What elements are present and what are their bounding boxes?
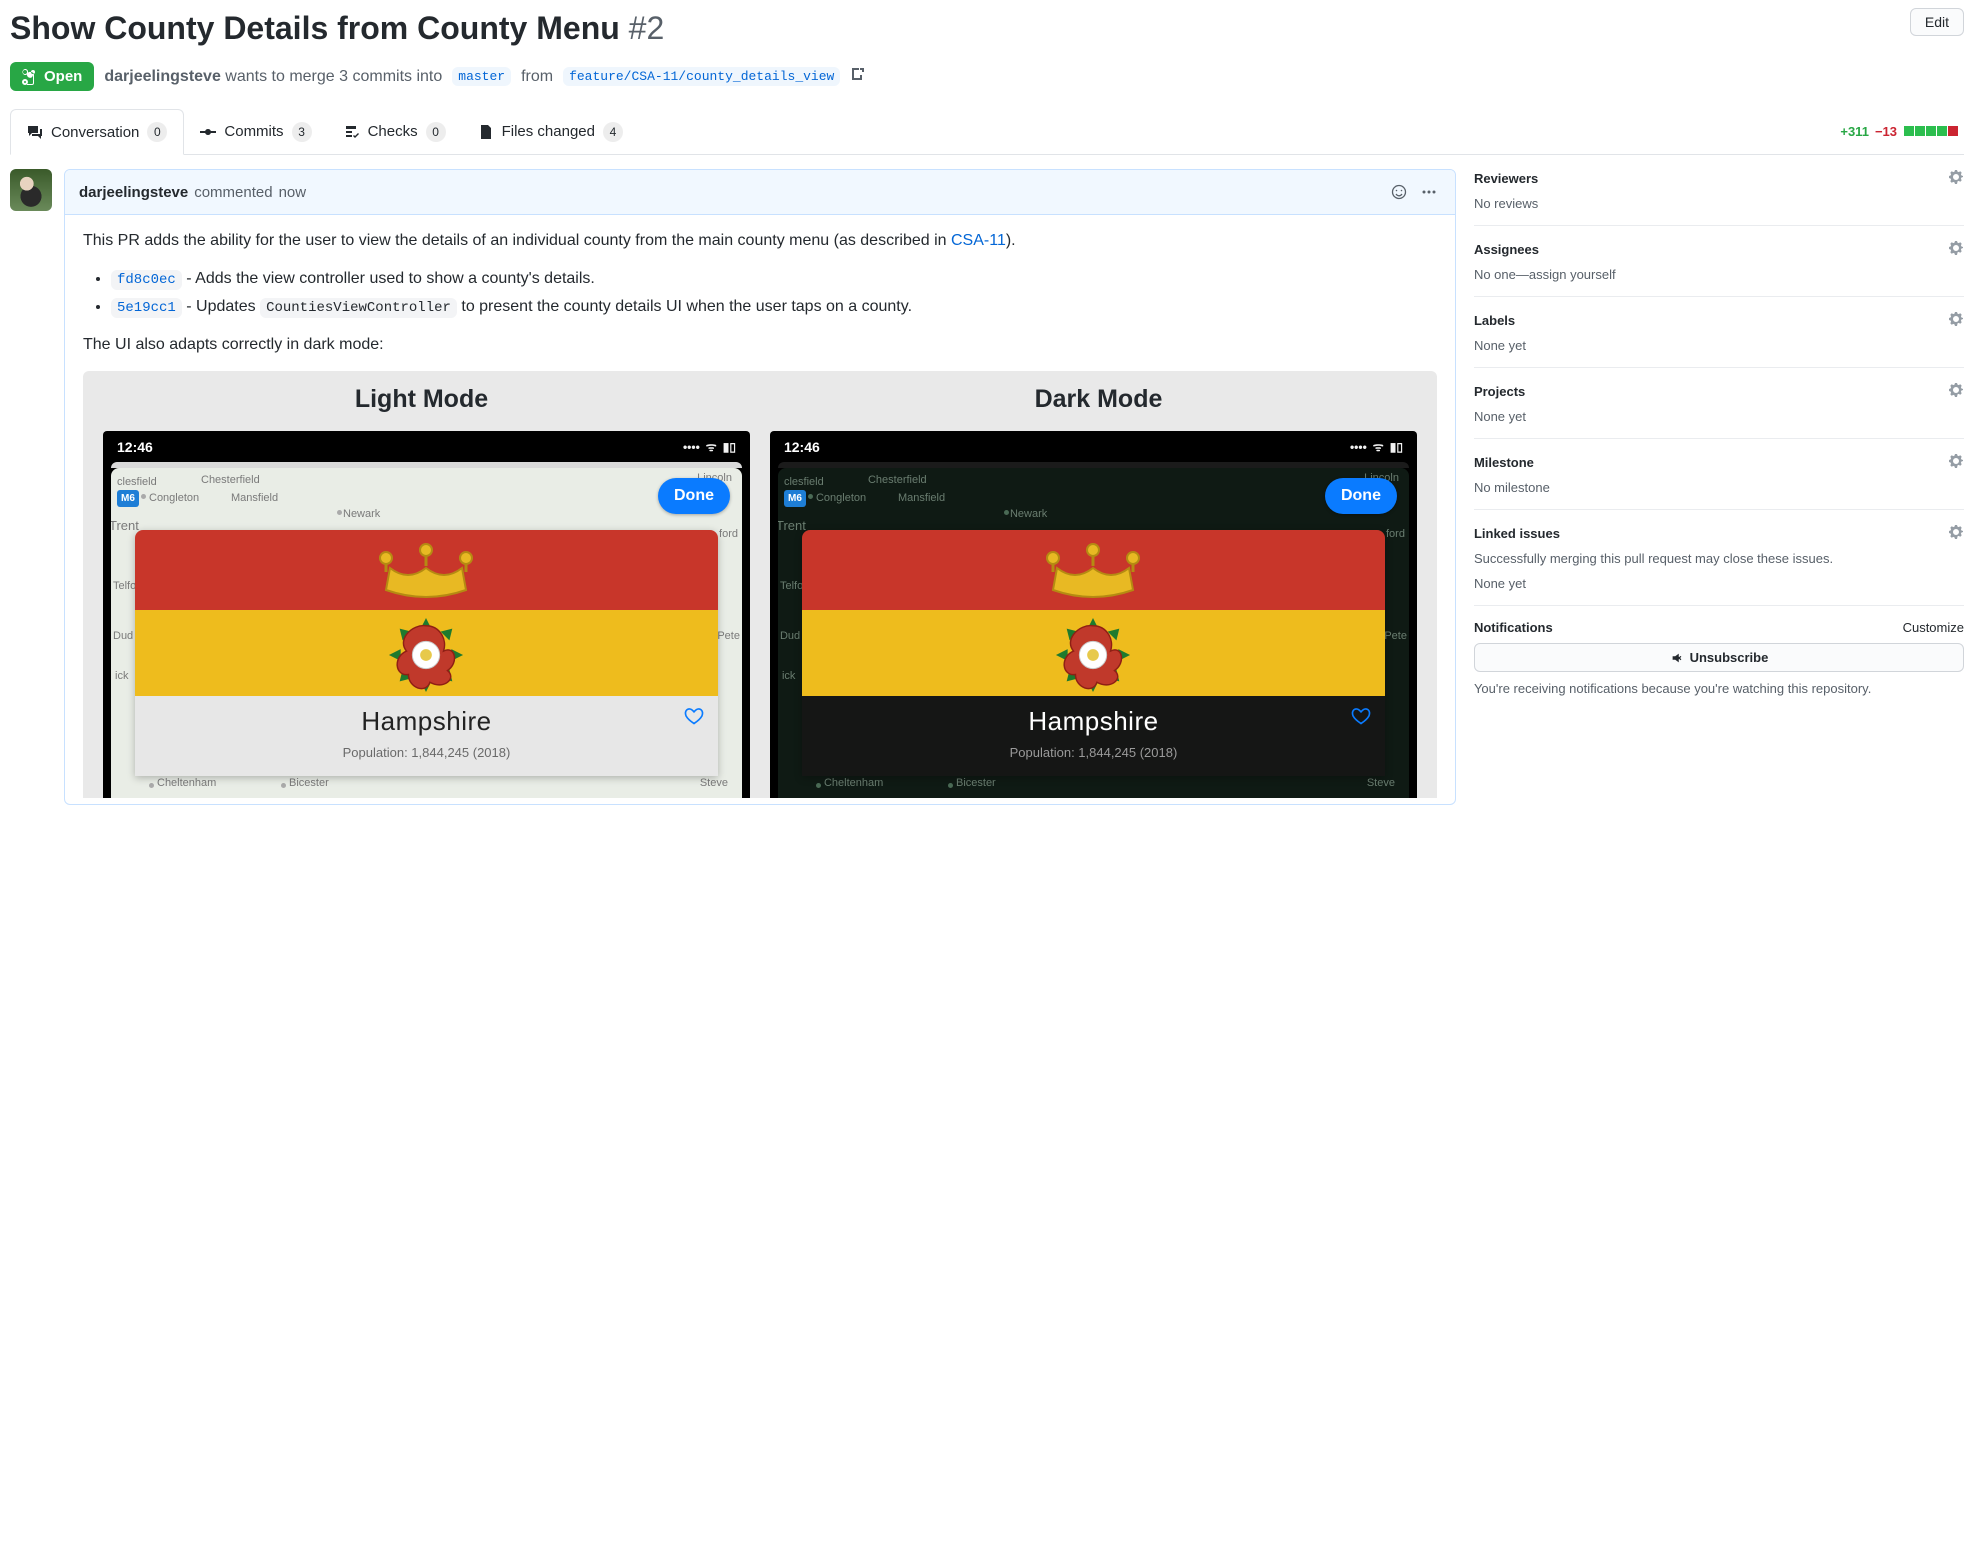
edit-button[interactable]: Edit bbox=[1910, 8, 1964, 36]
git-pull-request-icon bbox=[22, 69, 38, 85]
comment-author[interactable]: darjeelingsteve bbox=[79, 184, 188, 201]
sidebar-projects[interactable]: Projects bbox=[1474, 382, 1964, 401]
done-button: Done bbox=[1325, 478, 1397, 514]
comment-timestamp[interactable]: now bbox=[279, 184, 307, 201]
emoji-reaction-icon[interactable] bbox=[1387, 180, 1411, 204]
rose-icon bbox=[387, 616, 465, 702]
sidebar-milestone[interactable]: Milestone bbox=[1474, 453, 1964, 472]
gear-icon[interactable] bbox=[1948, 240, 1964, 259]
sidebar-linked-issues[interactable]: Linked issues bbox=[1474, 524, 1964, 543]
wifi-icon: ᯤ bbox=[706, 438, 717, 456]
assign-yourself[interactable]: assign yourself bbox=[1529, 267, 1616, 282]
pr-author[interactable]: darjeelingsteve bbox=[104, 68, 221, 85]
crown-icon bbox=[366, 538, 486, 610]
avatar[interactable] bbox=[10, 169, 52, 211]
mute-icon bbox=[1670, 651, 1684, 665]
sidebar-notifications: Notifications bbox=[1474, 620, 1553, 635]
sidebar-reviewers[interactable]: Reviewers bbox=[1474, 169, 1964, 188]
gear-icon[interactable] bbox=[1948, 453, 1964, 472]
checklist-icon bbox=[344, 124, 360, 140]
diffstat: +311 −13 bbox=[1840, 124, 1964, 139]
tab-conversation[interactable]: Conversation 0 bbox=[10, 109, 184, 155]
issue-link[interactable]: CSA-11 bbox=[951, 232, 1006, 249]
commit-link[interactable]: 5e19cc1 bbox=[111, 298, 182, 318]
heart-icon bbox=[684, 706, 704, 726]
heart-icon bbox=[1351, 706, 1371, 726]
commit-link[interactable]: fd8c0ec bbox=[111, 270, 182, 290]
screenshot-dark: 12:46 ••••ᯤ▮▯ clesfield Chesterfield Lin… bbox=[770, 431, 1417, 798]
screenshot-comparison: Light Mode Dark Mode 12:46 ••••ᯤ▮▯ bbox=[83, 371, 1437, 798]
sidebar-labels[interactable]: Labels bbox=[1474, 311, 1964, 330]
comment-box: darjeelingsteve commented now This PR ad… bbox=[64, 169, 1456, 805]
screenshot-light: 12:46 ••••ᯤ▮▯ clesfield Chesterfield Lin… bbox=[103, 431, 750, 798]
comment-discussion-icon bbox=[27, 124, 43, 140]
rose-icon bbox=[1054, 616, 1132, 702]
git-commit-icon bbox=[200, 124, 216, 140]
wifi-icon: ᯤ bbox=[1373, 438, 1384, 456]
copy-branch-icon[interactable] bbox=[850, 66, 866, 87]
tab-files-changed[interactable]: Files changed 4 bbox=[462, 110, 639, 154]
file-diff-icon bbox=[478, 124, 494, 140]
compare-branch[interactable]: feature/CSA-11/county_details_view bbox=[563, 67, 840, 86]
pr-title: Show County Details from County Menu #2 bbox=[10, 8, 664, 48]
base-branch[interactable]: master bbox=[452, 67, 511, 86]
customize-notifications[interactable]: Customize bbox=[1903, 620, 1964, 635]
kebab-menu-icon[interactable] bbox=[1417, 180, 1441, 204]
gear-icon[interactable] bbox=[1948, 524, 1964, 543]
gear-icon[interactable] bbox=[1948, 382, 1964, 401]
done-button: Done bbox=[658, 478, 730, 514]
battery-icon: ▮▯ bbox=[723, 438, 736, 456]
gear-icon[interactable] bbox=[1948, 169, 1964, 188]
gear-icon[interactable] bbox=[1948, 311, 1964, 330]
crown-icon bbox=[1033, 538, 1153, 610]
battery-icon: ▮▯ bbox=[1390, 438, 1403, 456]
tab-commits[interactable]: Commits 3 bbox=[184, 110, 327, 154]
tab-checks[interactable]: Checks 0 bbox=[328, 110, 462, 154]
sidebar-assignees[interactable]: Assignees bbox=[1474, 240, 1964, 259]
state-badge-open: Open bbox=[10, 62, 94, 91]
unsubscribe-button[interactable]: Unsubscribe bbox=[1474, 643, 1964, 672]
